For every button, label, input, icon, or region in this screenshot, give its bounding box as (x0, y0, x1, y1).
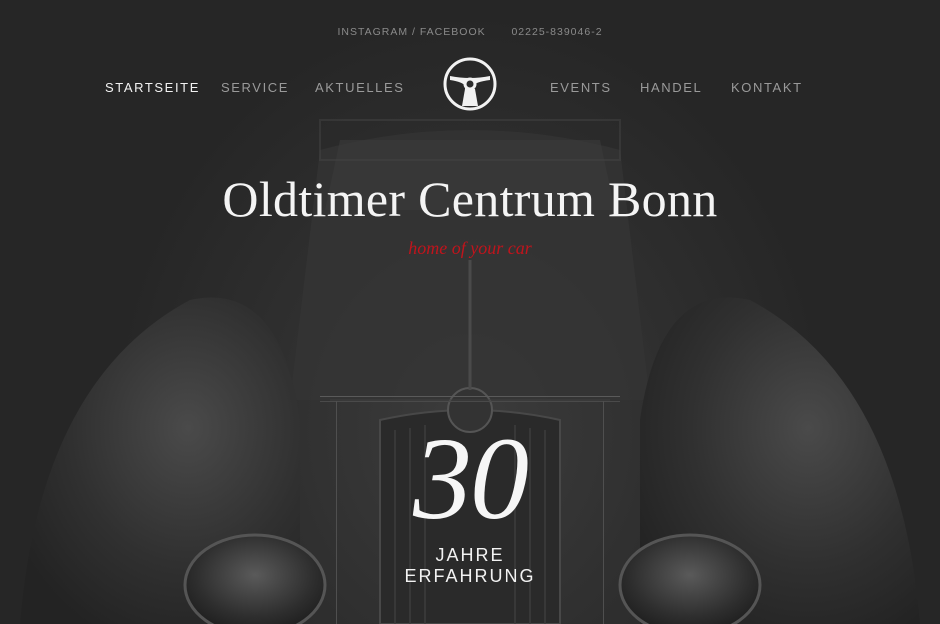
nav-item-startseite[interactable]: STARTSEITE (105, 80, 200, 95)
nav-item-aktuelles[interactable]: AKTUELLES (315, 80, 405, 95)
page-title: Oldtimer Centrum Bonn (222, 171, 718, 227)
page-subtitle: home of your car (408, 238, 532, 258)
nav-item-handel[interactable]: HANDEL (640, 80, 702, 95)
nav-item-events[interactable]: EVENTS (550, 80, 612, 95)
years-label-line2: ERFAHRUNG (404, 566, 536, 586)
badge-frame-top (320, 396, 620, 402)
topbar: INSTAGRAM / FACEBOOK 02225-839046-2 (0, 26, 940, 38)
nav-item-service[interactable]: SERVICE (221, 80, 289, 95)
steering-wheel-icon[interactable] (442, 56, 498, 112)
years-label-line1: JAHRE (435, 545, 505, 565)
years-number: 30 (413, 413, 529, 544)
phone-number[interactable]: 02225-839046-2 (511, 26, 602, 38)
nav-item-kontakt[interactable]: KONTAKT (731, 80, 803, 95)
social-links[interactable]: INSTAGRAM / FACEBOOK (337, 26, 485, 38)
